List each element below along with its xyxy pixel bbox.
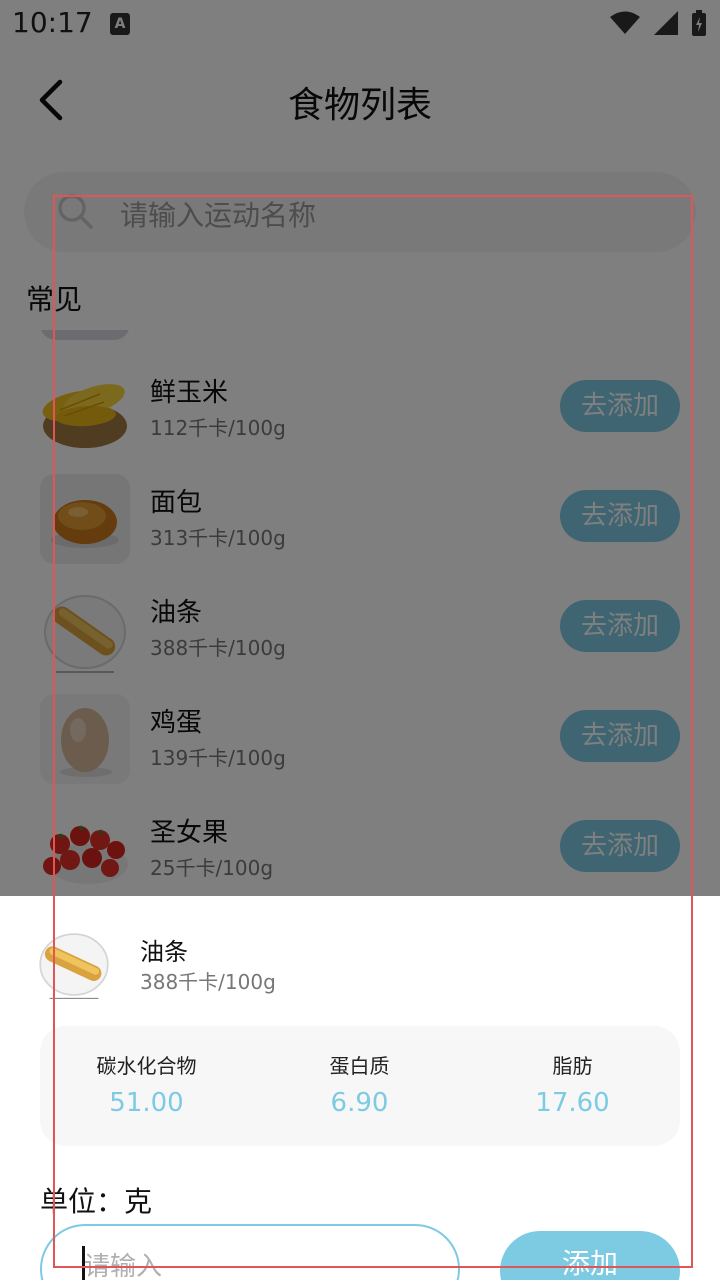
quantity-placeholder: 请输入	[84, 1252, 163, 1280]
selected-food-image	[36, 924, 112, 1000]
quantity-input[interactable]: 请输入	[40, 1224, 460, 1280]
nutrient-label: 脂肪	[552, 1054, 593, 1078]
text-caret	[82, 1246, 85, 1280]
selected-food-name: 油条	[140, 938, 188, 966]
nutrient-fat: 脂肪 17.60	[466, 1026, 679, 1146]
nutrient-value: 6.90	[330, 1088, 389, 1118]
nutrient-label: 蛋白质	[329, 1054, 390, 1078]
modal-backdrop[interactable]	[0, 0, 720, 896]
nutrient-carbs: 碳水化合物 51.00	[40, 1026, 253, 1146]
nutrient-protein: 蛋白质 6.90	[253, 1026, 466, 1146]
unit-label: 单位：克	[40, 1185, 153, 1218]
add-button[interactable]: 添加	[500, 1231, 680, 1280]
add-food-sheet: 油条 388千卡/100g 碳水化合物 51.00 蛋白质 6.90 脂肪 17…	[0, 896, 720, 1280]
nutrient-label: 碳水化合物	[96, 1054, 197, 1078]
nutrient-value: 51.00	[109, 1088, 184, 1118]
nutrient-value: 17.60	[535, 1088, 610, 1118]
selected-food-calories: 388千卡/100g	[140, 970, 276, 994]
nutrition-card: 碳水化合物 51.00 蛋白质 6.90 脂肪 17.60	[40, 1026, 680, 1146]
